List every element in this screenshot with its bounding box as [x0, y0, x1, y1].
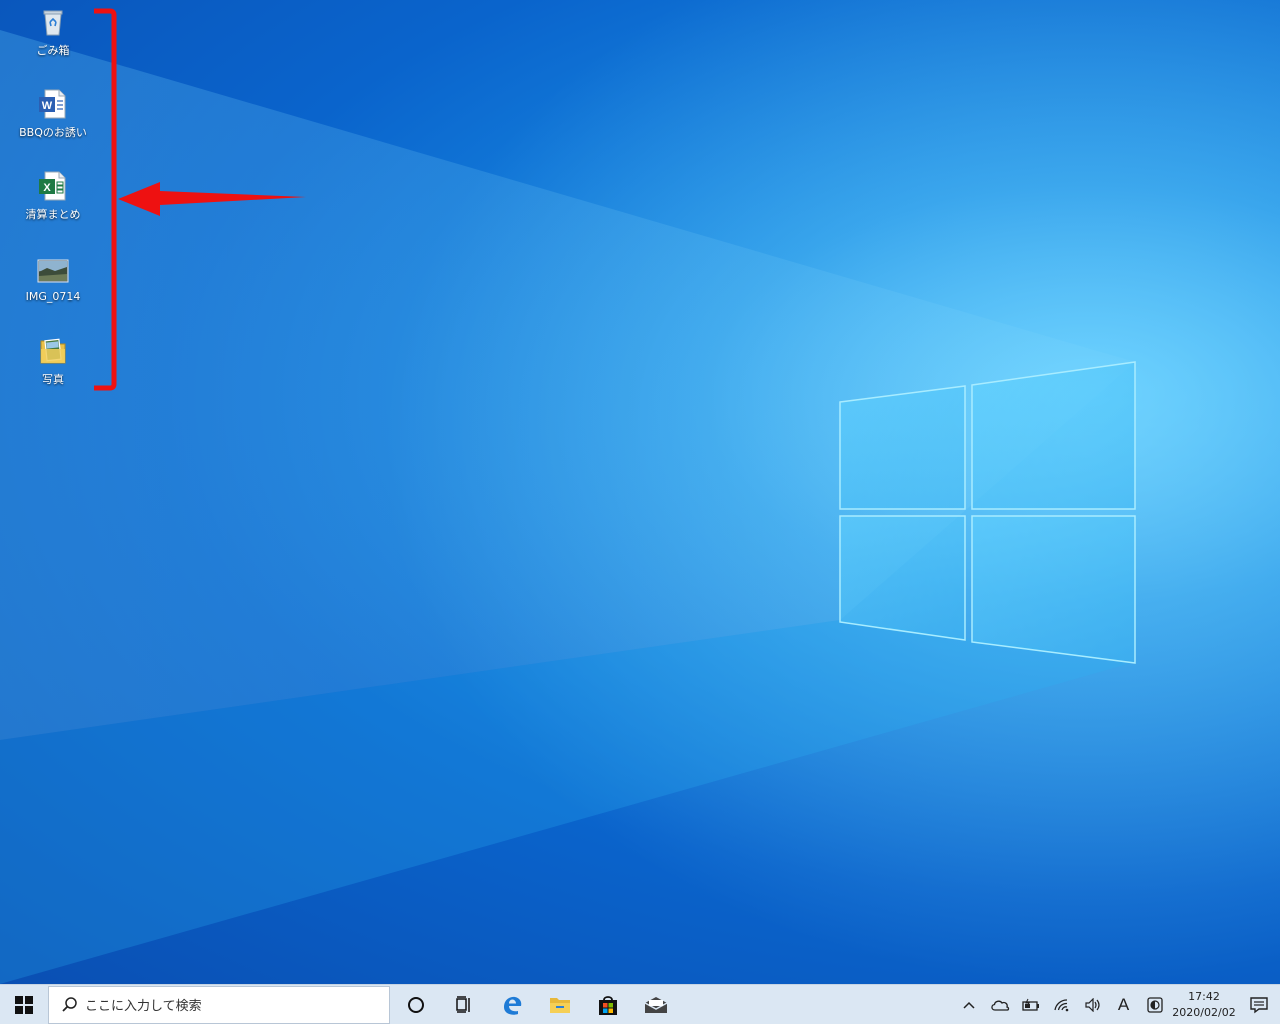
- task-view-button[interactable]: [440, 985, 488, 1025]
- edge-icon: [504, 996, 522, 1015]
- desktop-icon-label: 清算まとめ: [25, 208, 81, 221]
- system-tray: A 17:42 2020/02/02: [953, 985, 1280, 1025]
- notification-icon: [1250, 996, 1268, 1013]
- start-button[interactable]: [0, 985, 48, 1025]
- photos-folder-icon: [40, 338, 66, 364]
- desktop-icon-label: ごみ箱: [36, 44, 70, 57]
- mail-icon: [644, 996, 668, 1013]
- store-button[interactable]: [584, 985, 632, 1025]
- desktop-icon-bbq-document[interactable]: W BBQのお誘い: [8, 88, 98, 140]
- battery-icon[interactable]: [1015, 985, 1046, 1025]
- night-light-icon[interactable]: [1139, 985, 1170, 1025]
- show-hidden-icons-chevron-icon[interactable]: [953, 985, 984, 1025]
- desktop-icon-expense-spreadsheet[interactable]: X 清算まとめ: [8, 170, 98, 222]
- search-box[interactable]: ここに入力して検索: [48, 985, 390, 1024]
- desktop-icon-label: IMG_0714: [25, 290, 81, 303]
- recycle-bin-icon: [43, 10, 63, 36]
- wallpaper: [0, 0, 1280, 984]
- desktop-icon-label: BBQのお誘い: [19, 126, 87, 139]
- word-document-icon: W: [39, 89, 66, 119]
- image-file-icon: [37, 259, 69, 283]
- clock-date: 2020/02/02: [1172, 1005, 1236, 1019]
- volume-icon[interactable]: [1077, 985, 1108, 1025]
- ime-mode-indicator[interactable]: A: [1108, 985, 1139, 1025]
- desktop-icon-img-0714[interactable]: IMG_0714: [8, 254, 98, 303]
- onedrive-cloud-icon[interactable]: [984, 985, 1015, 1025]
- file-explorer-button[interactable]: [536, 985, 584, 1025]
- mail-button[interactable]: [632, 985, 680, 1025]
- desktop-icon-recycle-bin[interactable]: ごみ箱: [8, 6, 98, 58]
- windows-logo-icon: [15, 995, 33, 1014]
- desktop[interactable]: ごみ箱 W BBQのお誘い X 清算まとめ IMG_0714 写真: [0, 0, 1280, 984]
- svg-text:W: W: [42, 100, 53, 112]
- cortana-icon: [408, 996, 424, 1013]
- clock-time: 17:42: [1188, 989, 1220, 1003]
- search-icon: [55, 996, 85, 1014]
- excel-document-icon: X: [39, 171, 66, 201]
- search-placeholder: ここに入力して検索: [85, 999, 202, 1014]
- action-center-button[interactable]: [1238, 985, 1280, 1025]
- store-icon: [599, 995, 617, 1015]
- clock[interactable]: 17:42 2020/02/02: [1170, 989, 1238, 1021]
- desktop-icon-photos-folder[interactable]: 写真: [8, 335, 98, 387]
- taskbar: ここに入力して検索 A 17:42 2020/02/02: [0, 984, 1280, 1024]
- svg-text:X: X: [43, 182, 51, 194]
- file-explorer-icon: [550, 997, 570, 1013]
- edge-button[interactable]: [488, 985, 536, 1025]
- cortana-button[interactable]: [392, 985, 440, 1025]
- task-view-icon: [456, 995, 470, 1013]
- desktop-icon-label: 写真: [42, 373, 64, 386]
- wifi-icon[interactable]: [1046, 985, 1077, 1025]
